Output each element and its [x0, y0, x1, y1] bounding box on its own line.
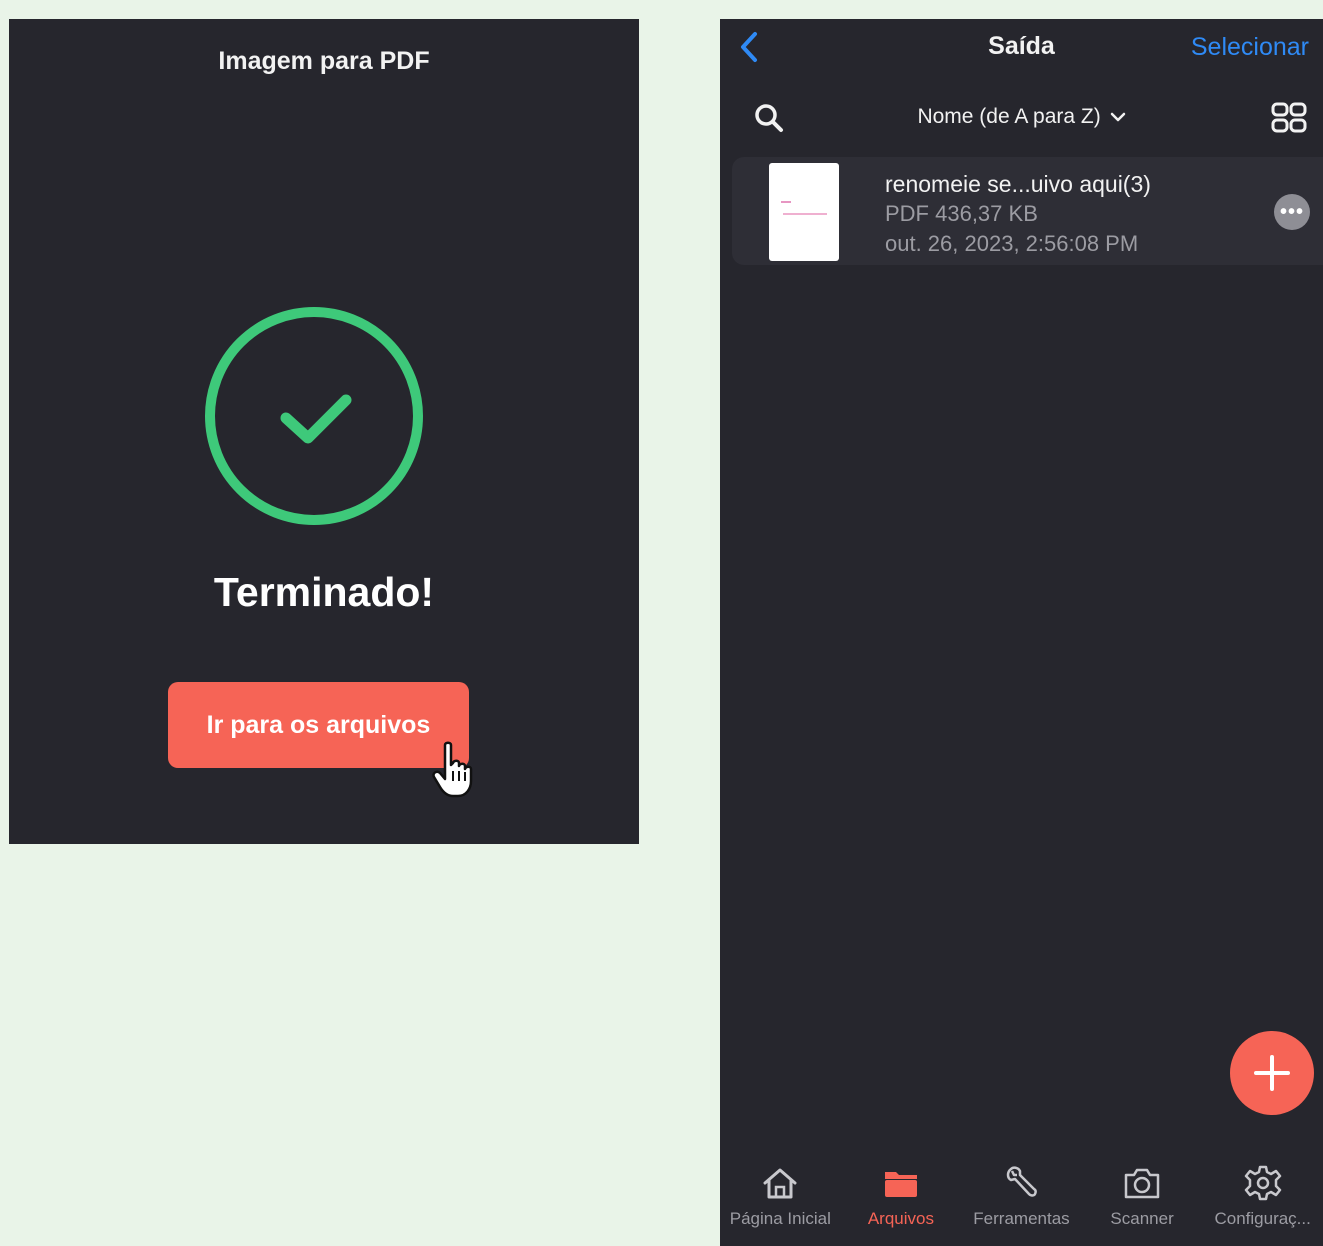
tab-label: Arquivos	[867, 1209, 934, 1228]
tab-home[interactable]: Página Inicial	[720, 1151, 841, 1246]
success-check-icon	[205, 307, 423, 525]
select-button[interactable]: Selecionar	[1191, 33, 1309, 62]
file-thumbnail	[769, 163, 839, 261]
file-name: renomeie se...uivo aqui(3)	[885, 171, 1151, 197]
files-output-screen: Saída Selecionar Nome (de A para Z) reno…	[720, 19, 1323, 1246]
go-to-files-button[interactable]: Ir para os arquivos	[168, 682, 469, 768]
sort-dropdown[interactable]: Nome (de A para Z)	[720, 105, 1323, 129]
tab-label: Ferramentas	[973, 1209, 1070, 1228]
tab-settings[interactable]: Configuraç...	[1202, 1151, 1323, 1246]
tab-files[interactable]: Arquivos	[841, 1151, 962, 1246]
screen-title: Imagem para PDF	[218, 47, 430, 75]
grid-view-icon[interactable]	[1270, 101, 1308, 135]
file-date: out. 26, 2023, 2:56:08 PM	[885, 231, 1139, 256]
bottom-tab-bar: Página Inicial Arquivos Ferramentas Scan…	[720, 1151, 1323, 1246]
gear-icon	[1244, 1165, 1281, 1201]
wrench-icon	[1007, 1166, 1038, 1197]
file-list-item[interactable]: renomeie se...uivo aqui(3) PDF 436,37 KB…	[732, 157, 1323, 265]
conversion-complete-screen: Imagem para PDF Terminado! Ir para os ar…	[9, 19, 639, 844]
home-icon	[763, 1168, 797, 1199]
add-button[interactable]	[1230, 1031, 1314, 1115]
chevron-down-icon	[1110, 112, 1125, 122]
status-message: Terminado!	[213, 569, 435, 615]
file-type-size: PDF 436,37 KB	[885, 201, 1038, 226]
tab-scanner[interactable]: Scanner	[1082, 1151, 1203, 1246]
tab-tools[interactable]: Ferramentas	[961, 1151, 1082, 1246]
tab-label: Configuraç...	[1214, 1209, 1311, 1228]
tab-label: Scanner	[1110, 1209, 1174, 1228]
camera-icon	[1124, 1168, 1160, 1199]
sort-label: Nome (de A para Z)	[917, 105, 1101, 128]
tab-label: Página Inicial	[729, 1209, 831, 1228]
pointer-hand-icon	[432, 741, 473, 798]
folder-icon	[884, 1172, 917, 1197]
more-options-icon[interactable]: •••	[1274, 194, 1310, 230]
